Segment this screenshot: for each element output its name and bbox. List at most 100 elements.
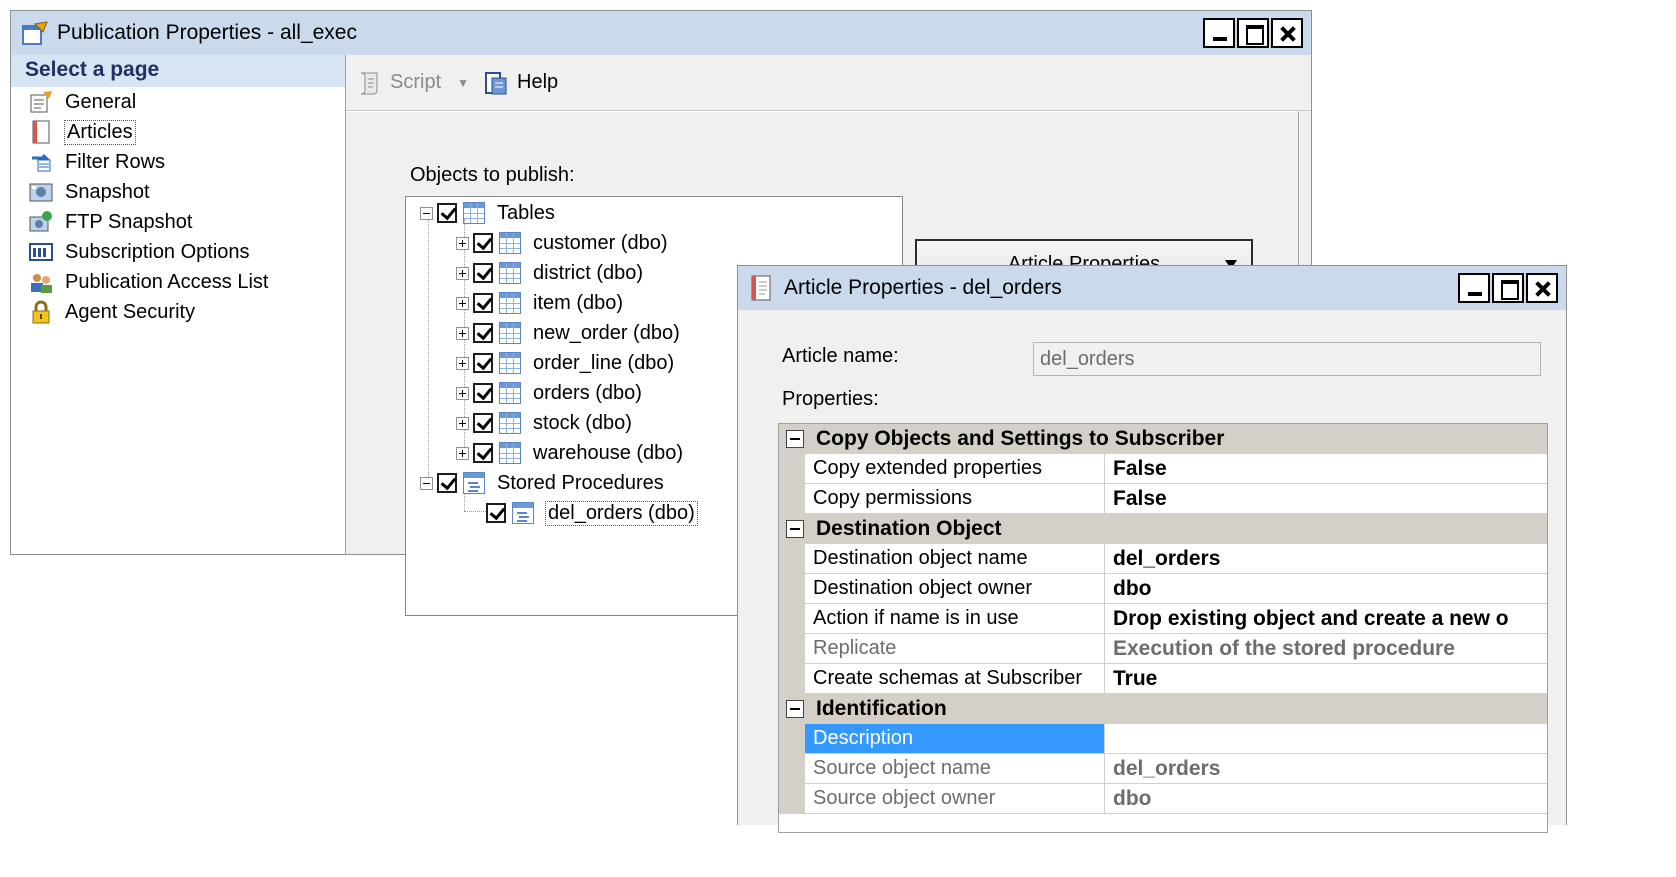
article-checkbox[interactable] (486, 503, 506, 523)
publication-titlebar[interactable]: Publication Properties - all_exec (11, 11, 1311, 55)
page-label: Filter Rows (65, 150, 166, 173)
expand-icon[interactable] (456, 386, 469, 400)
tree-node-table[interactable]: orders (dbo) (456, 379, 642, 407)
minimize-button[interactable] (1203, 18, 1235, 48)
property-row[interactable]: Destination object name del_orders (779, 544, 1547, 574)
article-checkbox[interactable] (473, 353, 493, 373)
property-value[interactable] (1105, 724, 1547, 753)
procedures-checkbox[interactable] (437, 473, 457, 493)
table-icon (499, 352, 521, 374)
page-articles[interactable]: Articles (11, 117, 345, 147)
page-publication-access-list[interactable]: Publication Access List (11, 267, 345, 297)
property-row[interactable]: Copy permissions False (779, 484, 1547, 514)
property-name: Destination object name (805, 544, 1105, 573)
collapse-icon[interactable] (786, 520, 804, 538)
script-icon (356, 70, 382, 96)
expand-icon[interactable] (456, 446, 469, 460)
tree-node-table[interactable]: warehouse (dbo) (456, 439, 683, 467)
page-ftp-snapshot[interactable]: FTP Snapshot (11, 207, 345, 237)
collapse-icon[interactable] (420, 476, 433, 490)
article-checkbox[interactable] (473, 263, 493, 283)
tree-node-label: item (dbo) (533, 291, 624, 314)
property-row[interactable]: Create schemas at Subscriber True (779, 664, 1547, 694)
chevron-down-icon[interactable]: ▼ (457, 76, 469, 90)
table-icon (499, 382, 521, 404)
table-icon (499, 262, 521, 284)
tree-node-tables[interactable]: Tables (420, 199, 555, 227)
collapse-icon[interactable] (420, 206, 433, 220)
tree-node-table[interactable]: order_line (dbo) (456, 349, 674, 377)
tree-node-label: Stored Procedures (497, 471, 664, 494)
help-button[interactable]: Help (483, 70, 558, 96)
minimize-button[interactable] (1458, 273, 1490, 303)
close-button[interactable] (1526, 273, 1558, 303)
stored-procedure-folder-icon (463, 472, 485, 494)
expand-icon[interactable] (456, 266, 469, 280)
tree-node-table[interactable]: district (dbo) (456, 259, 643, 287)
page-filter-rows[interactable]: Filter Rows (11, 147, 345, 177)
page-subscription-options[interactable]: Subscription Options (11, 237, 345, 267)
property-row-selected[interactable]: Description (779, 724, 1547, 754)
tree-node-table[interactable]: item (dbo) (456, 289, 623, 317)
lock-icon (29, 300, 53, 324)
table-icon (499, 322, 521, 344)
tree-node-stored-procedures[interactable]: Stored Procedures (420, 469, 664, 497)
category-identification[interactable]: Identification (779, 694, 1547, 724)
property-value[interactable]: dbo (1105, 574, 1547, 603)
script-button[interactable]: Script ▼ (356, 70, 469, 96)
collapse-icon[interactable] (786, 700, 804, 718)
article-checkbox[interactable] (473, 293, 493, 313)
property-row[interactable]: Destination object owner dbo (779, 574, 1547, 604)
page-agent-security[interactable]: Agent Security (11, 297, 345, 327)
article-checkbox[interactable] (473, 323, 493, 343)
property-row[interactable]: Action if name is in use Drop existing o… (779, 604, 1547, 634)
category-copy-objects[interactable]: Copy Objects and Settings to Subscriber (779, 424, 1547, 454)
tree-node-table[interactable]: new_order (dbo) (456, 319, 680, 347)
tables-checkbox[interactable] (437, 203, 457, 223)
tree-node-procedure[interactable]: del_orders (dbo) (486, 499, 698, 527)
property-value[interactable]: False (1105, 484, 1547, 513)
property-name: Replicate (805, 634, 1105, 663)
tree-node-table[interactable]: stock (dbo) (456, 409, 632, 437)
tree-node-label: new_order (dbo) (533, 321, 680, 344)
property-row-readonly: Source object name del_orders (779, 754, 1547, 784)
ftp-snapshot-icon (29, 210, 53, 234)
help-icon (483, 70, 509, 96)
page-snapshot[interactable]: Snapshot (11, 177, 345, 207)
tree-node-table[interactable]: customer (dbo) (456, 229, 668, 257)
category-destination-object[interactable]: Destination Object (779, 514, 1547, 544)
expand-icon[interactable] (456, 416, 469, 430)
property-value[interactable]: True (1105, 664, 1547, 693)
collapse-icon[interactable] (786, 430, 804, 448)
property-value[interactable]: del_orders (1105, 544, 1547, 573)
objects-to-publish-label: Objects to publish: (410, 164, 575, 186)
tree-node-label: del_orders (dbo) (545, 500, 698, 526)
maximize-button[interactable] (1237, 18, 1269, 48)
article-titlebar[interactable]: Article Properties - del_orders (738, 266, 1566, 310)
property-value[interactable]: Drop existing object and create a new o (1105, 604, 1547, 633)
property-grid[interactable]: Copy Objects and Settings to Subscriber … (778, 423, 1548, 833)
expand-icon[interactable] (456, 326, 469, 340)
property-value[interactable]: False (1105, 454, 1547, 483)
article-checkbox[interactable] (473, 443, 493, 463)
maximize-button[interactable] (1492, 273, 1524, 303)
article-icon (748, 275, 776, 301)
expand-icon[interactable] (456, 296, 469, 310)
expand-icon[interactable] (456, 356, 469, 370)
window-title: Article Properties - del_orders (784, 276, 1062, 299)
page-general[interactable]: General (11, 87, 345, 117)
property-row-readonly: Source object owner dbo (779, 784, 1547, 814)
close-button[interactable] (1271, 18, 1303, 48)
property-row[interactable]: Copy extended properties False (779, 454, 1547, 484)
category-title: Copy Objects and Settings to Subscriber (816, 427, 1225, 450)
page-label: Snapshot (65, 180, 150, 203)
tree-node-label: orders (dbo) (533, 381, 642, 404)
article-checkbox[interactable] (473, 413, 493, 433)
page-selector-pane: Select a page General Articles Filter Ro… (11, 55, 346, 554)
property-name: Description (805, 724, 1105, 753)
property-name: Copy extended properties (805, 454, 1105, 483)
article-checkbox[interactable] (473, 383, 493, 403)
article-checkbox[interactable] (473, 233, 493, 253)
tree-node-label: stock (dbo) (533, 411, 632, 434)
expand-icon[interactable] (456, 236, 469, 250)
